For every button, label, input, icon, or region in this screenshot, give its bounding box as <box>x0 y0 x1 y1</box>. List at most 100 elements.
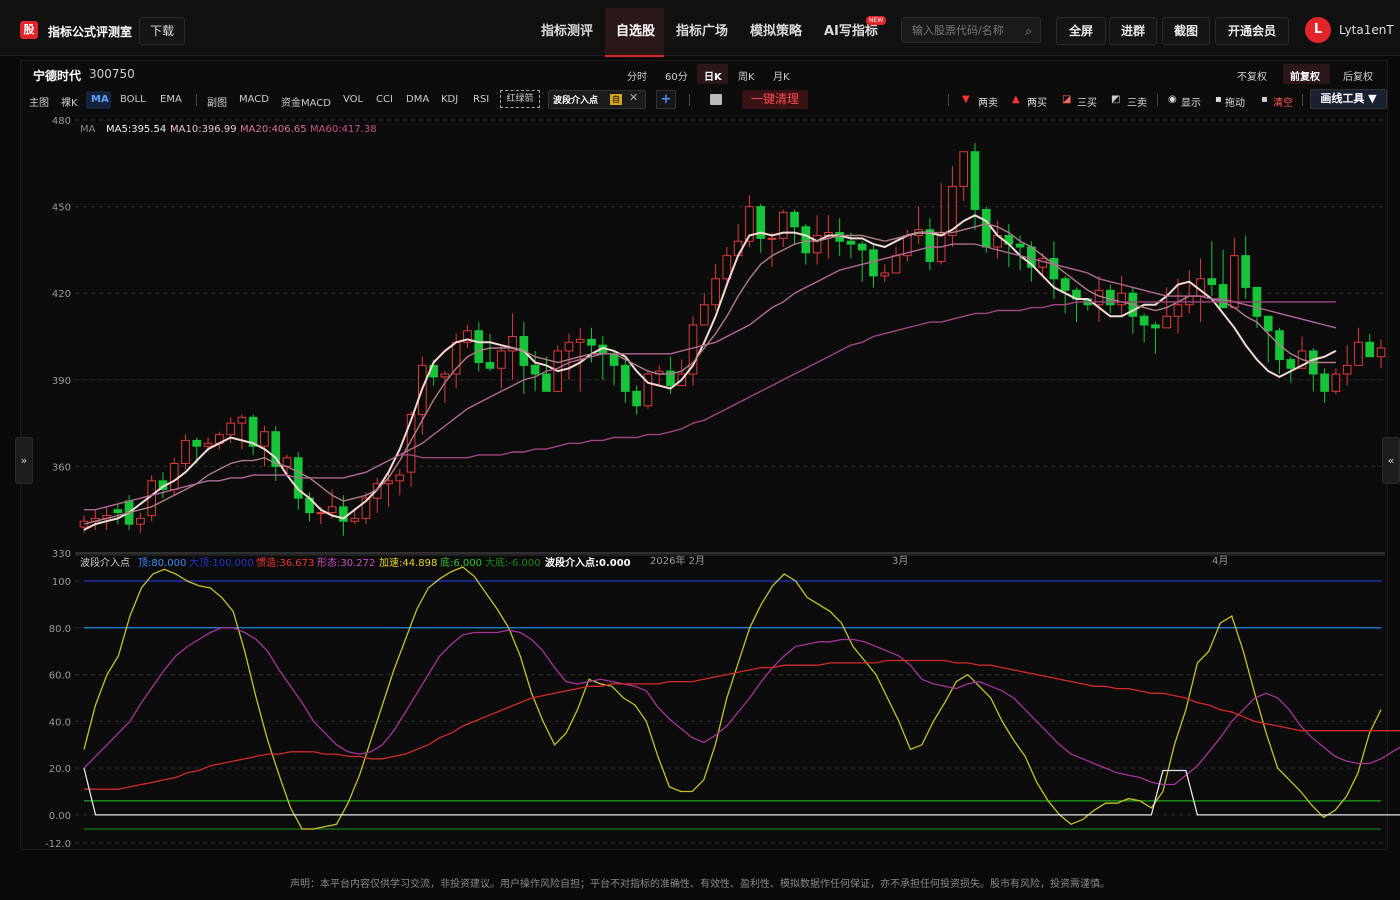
sub-legend-inertia: 惯造:36.673 <box>256 556 314 569</box>
ma10-legend: MA10:396.99 <box>170 124 237 135</box>
candle-body <box>496 350 506 369</box>
candle-body <box>801 226 811 254</box>
sub-ytick-label: -12.0 <box>45 839 71 850</box>
candle-body <box>1376 347 1386 358</box>
candle-body <box>564 341 574 352</box>
sub-legend-name: 波段介入点 <box>80 556 130 569</box>
sub-ytick-label: 20.0 <box>49 764 71 775</box>
candle-body <box>1015 243 1025 248</box>
candle-body <box>181 439 190 465</box>
candle-body <box>395 474 405 482</box>
candle-body <box>767 237 777 240</box>
candle-body <box>1342 364 1352 375</box>
sub-legend-top: 顶:80.000 <box>138 557 186 569</box>
candle-body <box>1263 315 1273 332</box>
sub-legend-bigbottom: 大底:-6.000 <box>485 556 541 569</box>
candle-body <box>1207 278 1217 286</box>
main-ytick-label: 480 <box>52 116 71 127</box>
month-label-1: 3月 <box>892 555 908 567</box>
candle-body <box>1139 315 1149 326</box>
sub-ytick-label: 80.0 <box>49 624 71 635</box>
candle-body <box>169 463 179 490</box>
wave-indicator-subchart: 100 80.0 60.0 40.0 20.0 0.00 -12.0 <box>45 554 1400 850</box>
ma60-legend: MA60:417.38 <box>310 124 377 135</box>
candle-body <box>1151 324 1160 329</box>
sub-ytick-label: 60.0 <box>49 671 71 682</box>
sub-line-3 <box>83 767 1400 816</box>
candle-body <box>981 208 991 248</box>
candle-body <box>812 234 822 254</box>
candle-body <box>350 517 360 522</box>
sub-line-2 <box>84 659 1400 790</box>
candle-body <box>1218 284 1228 309</box>
main-ytick-label: 450 <box>52 203 71 214</box>
candle-body <box>440 373 450 378</box>
candle-body <box>959 151 969 187</box>
candle-body <box>1354 341 1363 366</box>
disclaimer-text: 声明：本平台内容仅供学习交流，非投资建议。用户操作风险自担；平台不对指标的准确性… <box>290 879 1110 890</box>
candle-body <box>711 278 720 306</box>
candle-body <box>790 211 799 228</box>
candle-body <box>1173 304 1183 317</box>
candle-body <box>970 151 980 210</box>
month-axis-labels: 2026年 2月 3月 4月 <box>650 554 1228 567</box>
ma-line-ma5 <box>83 214 1337 531</box>
candle-body <box>587 338 596 346</box>
candle-body <box>575 338 585 343</box>
candle-body <box>237 416 247 424</box>
candle-body <box>1320 373 1329 392</box>
candle-body <box>406 413 416 473</box>
candle-body <box>699 304 709 326</box>
ma-line-ma20 <box>84 243 1337 511</box>
main-ytick-label: 330 <box>52 549 71 560</box>
sub-legend-bigtop: 大顶:100.000 <box>189 556 254 569</box>
candle-body <box>621 364 630 392</box>
candle-body <box>327 506 337 514</box>
sub-legend-bottom: 底:6.000 <box>440 556 482 569</box>
candle-body <box>530 364 540 375</box>
candle-body <box>880 272 890 277</box>
main-ytick-label: 420 <box>52 289 71 300</box>
candle-body <box>1365 341 1375 358</box>
ma-legend-name: MA <box>80 124 96 135</box>
candle-body <box>192 439 202 447</box>
candle-body <box>474 330 484 363</box>
candle-body <box>1241 255 1250 288</box>
main-ytick-label: 390 <box>52 376 71 387</box>
kline-chart-svg[interactable]: 480 450 420 390 360 330 100 80.0 60.0 40.0 20.0 0.… <box>0 0 1400 900</box>
ma-line-ma10 <box>83 223 1336 525</box>
candle-body <box>733 240 743 257</box>
sub-legend-point: 波段介入点:0.000 <box>545 556 631 569</box>
sub-ytick-label: 0.00 <box>49 811 71 822</box>
candle-body <box>485 361 495 369</box>
candle-body <box>869 249 878 277</box>
candle-body <box>1162 315 1172 329</box>
month-label-2: 4月 <box>1212 555 1228 567</box>
candle-body <box>1331 373 1341 392</box>
sub-ytick-label: 40.0 <box>49 717 71 728</box>
candle-body <box>113 509 123 514</box>
sub-ytick-label: 100 <box>52 577 71 588</box>
main-ytick-label: 360 <box>52 462 71 473</box>
candle-body <box>778 211 788 239</box>
candle-body <box>891 255 901 274</box>
ma20-legend: MA20:406.65 <box>240 124 307 135</box>
candle-body <box>1060 278 1070 291</box>
candle-body <box>1038 258 1047 268</box>
main-candlestick-chart: 480 450 420 390 360 330 <box>52 116 1386 560</box>
candle-body <box>260 431 269 447</box>
candle-body <box>226 422 235 436</box>
candle-body <box>857 243 867 251</box>
month-label-0: 2026年 2月 <box>650 554 705 567</box>
candle-body <box>632 390 641 407</box>
candle-body <box>316 512 326 515</box>
candle-body <box>936 234 946 262</box>
candle-body <box>203 442 213 447</box>
candle-body <box>1230 255 1239 309</box>
candle-body <box>925 229 935 262</box>
candle-body <box>542 373 551 392</box>
sub-legend-shape: 形态:30.272 <box>317 556 375 569</box>
candle-body <box>1286 359 1296 369</box>
sub-legend-accel: 加速:44.898 <box>379 557 437 569</box>
ma5-legend: MA5:395.54 <box>106 124 166 135</box>
